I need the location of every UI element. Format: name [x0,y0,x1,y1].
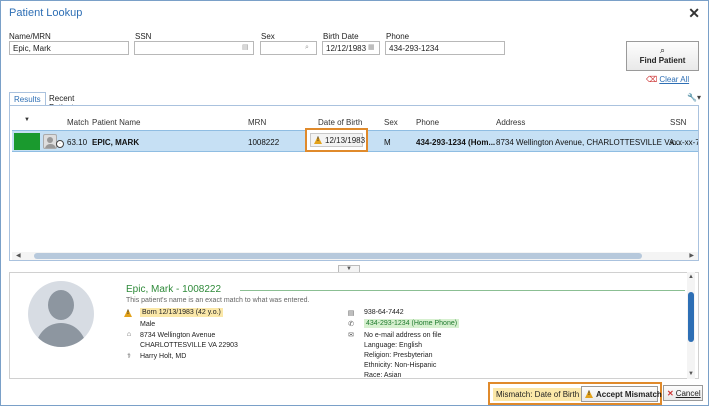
phone-label: Phone [386,32,410,41]
patient-lookup-window: Patient Lookup ✕ Name/MRN Epic, Mark SSN… [0,0,709,406]
search-form: Name/MRN Epic, Mark SSN ▤ Sex ⌕ Birth Da… [1,27,708,91]
birth-date-label: Birth Date [323,32,359,41]
col-address[interactable]: Address [496,118,525,127]
row-sex: M [384,138,391,147]
detail-scroll-thumb[interactable] [688,292,694,342]
detail-address-line2: CHARLOTTESVILLE VA 22903 [140,342,238,349]
col-patient-name[interactable]: Patient Name [92,118,140,127]
find-patient-label: Find Patient [639,56,686,65]
dob-mismatch-highlight: 12/13/1983 [305,128,368,152]
cancel-button[interactable]: ✕ Cancel [663,385,703,401]
birth-date-input[interactable]: 12/12/1983 ▦ [322,41,380,55]
detail-ethnicity: Ethnicity: Non-Hispanic [364,362,437,369]
detail-vertical-scrollbar[interactable]: ▲ ▼ [687,272,695,379]
provider-stethoscope-icon: ⚕ [127,353,131,360]
detail-religion: Religion: Presbyterian [364,352,433,359]
clock-icon: · [56,140,64,148]
phone-input[interactable]: 434-293-1234 [385,41,505,55]
col-date-of-birth[interactable]: Date of Birth [318,118,362,127]
wrench-settings-icon[interactable]: 🔧▾ [687,93,701,102]
clear-all-link[interactable]: ⌫ Clear All [646,75,689,84]
eraser-icon: ⌫ [646,75,658,84]
detail-phone: 434-293-1234 (Home Phone) [364,319,460,328]
clear-all-label: Clear All [659,75,690,84]
sex-label: Sex [261,32,275,41]
scroll-up-icon[interactable]: ▲ [688,274,694,280]
email-icon: ✉ [348,332,354,339]
col-ssn[interactable]: SSN [670,118,686,127]
tab-recent-patients[interactable]: Recent Patients [45,92,82,112]
col-sex[interactable]: Sex [384,118,398,127]
patient-avatar [28,281,94,347]
calendar-icon[interactable]: ▦ [368,44,376,52]
row-address: 8734 Wellington Avenue, CHARLOTTESVILLE … [496,138,681,147]
row-match: 63.10 [67,138,88,147]
col-match[interactable]: Match [67,118,89,127]
id-card-icon: ▤ [347,310,355,317]
match-strength-indicator [14,133,40,150]
detail-provider: Harry Holt, MD [140,353,187,360]
find-patient-button[interactable]: ⌕ Find Patient [626,41,699,71]
divider [240,290,685,291]
row-dob-cell: 12/13/1983 [310,133,366,147]
phone-icon: ✆ [348,321,354,328]
title-bar: Patient Lookup ✕ [1,1,708,27]
warning-icon [585,390,594,398]
accept-mismatch-label: Accept Mismatch [596,390,662,399]
scroll-thumb[interactable] [34,253,642,259]
warning-icon [314,136,323,144]
ssn-input[interactable]: ▤ [134,41,254,55]
row-mrn: 1008222 [248,138,280,147]
detail-race: Race: Asian [364,372,402,379]
cancel-x-icon: ✕ [667,389,674,398]
sex-input[interactable]: ⌕ [260,41,317,55]
detail-email: No e-mail address on file [364,332,442,339]
row-ssn: xxx-xx-7 [670,138,699,147]
col-mrn[interactable]: MRN [248,118,266,127]
match-note: This patient's name is an exact match to… [126,297,310,304]
accept-mismatch-button[interactable]: Accept Mismatch [581,386,662,402]
row-phone: 434-293-1234 (Hom... [416,138,496,147]
mismatch-highlight: Mismatch: Date of Birth Accept Mismatch [488,382,662,405]
cancel-label: Cancel [675,389,701,398]
row-patient-name: EPIC, MARK [92,138,140,147]
detail-address-line1: 8734 Wellington Avenue [140,332,216,339]
row-dob: 12/13/1983 [325,136,366,145]
results-grid: ▼ Match Patient Name MRN Date of Birth S… [9,105,699,261]
detail-sex: Male [140,321,156,328]
detail-born: Born 12/13/1983 (42 y.o.) [140,308,223,317]
home-icon: ⌂ [126,331,132,338]
scroll-down-icon[interactable]: ▼ [688,371,694,377]
scroll-right-icon[interactable]: ▶ [689,252,694,259]
detail-ssn: 938-64-7442 [364,309,404,316]
patient-detail-panel: Epic, Mark - 1008222 This patient's name… [9,272,699,379]
patient-photo-icon [43,134,57,149]
horizontal-scrollbar[interactable]: ◀ ▶ [12,252,698,260]
name-mrn-label: Name/MRN [9,32,51,41]
warning-icon [124,309,134,318]
table-row[interactable]: · 63.10 EPIC, MARK 1008222 12/13/1983 M … [12,128,699,152]
magnifier-icon: ⌕ [659,45,666,55]
tab-results[interactable]: Results [9,92,46,106]
sort-arrow-icon[interactable]: ▼ [24,117,30,123]
mismatch-label: Mismatch: Date of Birth [493,388,583,401]
detail-language: Language: English [364,342,422,349]
sex-search-icon[interactable]: ⌕ [305,44,313,52]
window-title: Patient Lookup [9,7,83,19]
ssn-label: SSN [135,32,152,41]
col-phone[interactable]: Phone [416,118,439,127]
ssn-card-icon: ▤ [242,44,249,51]
close-icon[interactable]: ✕ [688,5,700,22]
scroll-left-icon[interactable]: ◀ [16,252,21,259]
detail-patient-name: Epic, Mark - 1008222 [126,284,222,295]
name-mrn-input[interactable]: Epic, Mark [9,41,129,55]
